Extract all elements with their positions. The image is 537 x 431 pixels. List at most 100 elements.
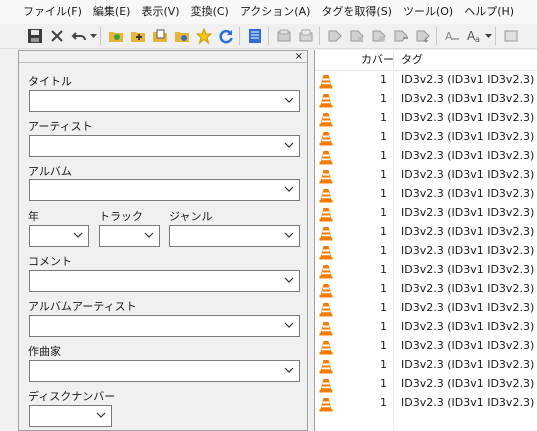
chevron-down-icon[interactable] bbox=[284, 97, 294, 103]
filename-to-tag-icon[interactable] bbox=[296, 26, 316, 46]
cover-count: 1 bbox=[380, 92, 387, 105]
cover-count: 1 bbox=[380, 358, 387, 371]
toolbar-separator bbox=[436, 27, 437, 45]
vlc-cone-icon bbox=[319, 189, 333, 203]
table-row[interactable]: 1 ID3v2.3 (ID3v1 ID3v2.3) bbox=[315, 71, 537, 90]
undo-dropdown-icon[interactable] bbox=[89, 26, 97, 46]
table-row[interactable]: 1 ID3v2.3 (ID3v1 ID3v2.3) bbox=[315, 318, 537, 337]
save-icon[interactable] bbox=[25, 26, 45, 46]
folder-settings-icon[interactable] bbox=[172, 26, 192, 46]
delete-icon[interactable] bbox=[47, 26, 67, 46]
menu-help[interactable]: ヘルプ(H) bbox=[457, 0, 518, 24]
comment-combobox[interactable] bbox=[29, 270, 300, 292]
menu-action[interactable]: アクション(A) bbox=[233, 0, 315, 24]
album-artist-combobox[interactable] bbox=[29, 315, 300, 337]
table-row[interactable]: 1 ID3v2.3 (ID3v1 ID3v2.3) bbox=[315, 204, 537, 223]
font-dropdown-icon[interactable] bbox=[484, 26, 492, 46]
table-row[interactable]: 1 ID3v2.3 (ID3v1 ID3v2.3) bbox=[315, 394, 537, 413]
title-combobox[interactable] bbox=[29, 90, 300, 112]
tag-source-icon[interactable] bbox=[325, 26, 345, 46]
toolbar-separator bbox=[495, 27, 496, 45]
tag-version: ID3v2.3 (ID3v1 ID3v2.3) bbox=[401, 263, 535, 276]
chevron-down-icon[interactable] bbox=[284, 367, 294, 373]
artist-combobox[interactable] bbox=[29, 135, 300, 157]
cover-count: 1 bbox=[380, 149, 387, 162]
genre-combobox[interactable] bbox=[169, 225, 300, 247]
add-folder-icon[interactable] bbox=[128, 26, 148, 46]
table-row[interactable]: 1 ID3v2.3 (ID3v1 ID3v2.3) bbox=[315, 375, 537, 394]
table-row[interactable]: 1 ID3v2.3 (ID3v1 ID3v2.3) bbox=[315, 166, 537, 185]
undo-icon[interactable] bbox=[69, 26, 89, 46]
menu-tag-sources[interactable]: タグを取得(S) bbox=[314, 0, 396, 24]
tag-version: ID3v2.3 (ID3v1 ID3v2.3) bbox=[401, 73, 535, 86]
table-row[interactable]: 1 ID3v2.3 (ID3v1 ID3v2.3) bbox=[315, 337, 537, 356]
vlc-cone-icon bbox=[319, 398, 333, 412]
table-row[interactable]: 1 ID3v2.3 (ID3v1 ID3v2.3) bbox=[315, 128, 537, 147]
close-icon[interactable]: × bbox=[295, 52, 303, 62]
cover-count: 1 bbox=[380, 377, 387, 390]
menu-view[interactable]: 表示(V) bbox=[134, 0, 183, 24]
open-folder-icon[interactable] bbox=[106, 26, 126, 46]
case-convert-icon[interactable]: A bbox=[442, 26, 462, 46]
tag-version: ID3v2.3 (ID3v1 ID3v2.3) bbox=[401, 358, 535, 371]
menu-file[interactable]: ファイル(F) bbox=[0, 0, 86, 24]
refresh-icon[interactable] bbox=[216, 26, 236, 46]
select-all-icon[interactable] bbox=[245, 26, 265, 46]
year-combobox[interactable] bbox=[29, 225, 89, 247]
chevron-down-icon[interactable] bbox=[144, 232, 154, 238]
tag-version: ID3v2.3 (ID3v1 ID3v2.3) bbox=[401, 320, 535, 333]
more-icon[interactable] bbox=[501, 26, 521, 46]
vlc-cone-icon bbox=[319, 303, 333, 317]
track-combobox[interactable] bbox=[99, 225, 160, 247]
vlc-cone-icon bbox=[319, 246, 333, 260]
font-icon[interactable]: Aa bbox=[464, 26, 484, 46]
file-list[interactable]: カバー タグ 1 ID3v2.3 (ID3v1 ID3v2.3) 1 ID3v2.3 … bbox=[314, 50, 537, 431]
favorite-icon[interactable] bbox=[194, 26, 214, 46]
tag-panel: × タイトル アーティスト アルバム 年 トラック ジャンル コメント アルバム… bbox=[18, 50, 308, 431]
vlc-cone-icon bbox=[319, 322, 333, 336]
svg-text:A: A bbox=[445, 30, 453, 43]
chevron-down-icon[interactable] bbox=[96, 412, 106, 418]
chevron-down-icon[interactable] bbox=[284, 232, 294, 238]
tag-source-icon[interactable] bbox=[347, 26, 367, 46]
column-header-tag[interactable]: タグ bbox=[401, 50, 423, 70]
table-row[interactable]: 1 ID3v2.3 (ID3v1 ID3v2.3) bbox=[315, 261, 537, 280]
table-row[interactable]: 1 ID3v2.3 (ID3v1 ID3v2.3) bbox=[315, 242, 537, 261]
vlc-cone-icon bbox=[319, 75, 333, 89]
playlist-icon[interactable] bbox=[150, 26, 170, 46]
table-row[interactable]: 1 ID3v2.3 (ID3v1 ID3v2.3) bbox=[315, 109, 537, 128]
menu-edit[interactable]: 編集(E) bbox=[86, 0, 135, 24]
chevron-down-icon[interactable] bbox=[284, 322, 294, 328]
table-row[interactable]: 1 ID3v2.3 (ID3v1 ID3v2.3) bbox=[315, 299, 537, 318]
cover-count: 1 bbox=[380, 187, 387, 200]
chevron-down-icon[interactable] bbox=[284, 277, 294, 283]
menu-convert[interactable]: 変換(C) bbox=[184, 0, 233, 24]
table-row[interactable]: 1 ID3v2.3 (ID3v1 ID3v2.3) bbox=[315, 280, 537, 299]
table-row[interactable]: 1 ID3v2.3 (ID3v1 ID3v2.3) bbox=[315, 185, 537, 204]
export-icon[interactable] bbox=[413, 26, 433, 46]
chevron-down-icon[interactable] bbox=[284, 186, 294, 192]
vlc-cone-icon bbox=[319, 94, 333, 108]
text-file-icon[interactable] bbox=[391, 26, 411, 46]
composer-combobox[interactable] bbox=[29, 360, 300, 382]
toolbar: A Aa bbox=[0, 24, 537, 49]
table-row[interactable]: 1 ID3v2.3 (ID3v1 ID3v2.3) bbox=[315, 223, 537, 242]
chevron-down-icon[interactable] bbox=[73, 232, 83, 238]
disc-number-combobox[interactable] bbox=[29, 405, 112, 427]
composer-label: 作曲家 bbox=[28, 345, 61, 358]
column-divider[interactable] bbox=[393, 52, 394, 68]
table-row[interactable]: 1 ID3v2.3 (ID3v1 ID3v2.3) bbox=[315, 90, 537, 109]
cover-count: 1 bbox=[380, 282, 387, 295]
tag-to-filename-icon[interactable] bbox=[274, 26, 294, 46]
tag-source-icon[interactable] bbox=[369, 26, 389, 46]
file-list-header: カバー タグ bbox=[315, 50, 537, 71]
column-header-cover[interactable]: カバー bbox=[361, 50, 394, 70]
menu-tools[interactable]: ツール(O) bbox=[396, 0, 457, 24]
vlc-cone-icon bbox=[319, 341, 333, 355]
table-row[interactable]: 1 ID3v2.3 (ID3v1 ID3v2.3) bbox=[315, 147, 537, 166]
table-row[interactable]: 1 ID3v2.3 (ID3v1 ID3v2.3) bbox=[315, 356, 537, 375]
vlc-cone-icon bbox=[319, 284, 333, 298]
chevron-down-icon[interactable] bbox=[284, 142, 294, 148]
artist-label: アーティスト bbox=[28, 120, 93, 133]
album-combobox[interactable] bbox=[29, 179, 300, 201]
